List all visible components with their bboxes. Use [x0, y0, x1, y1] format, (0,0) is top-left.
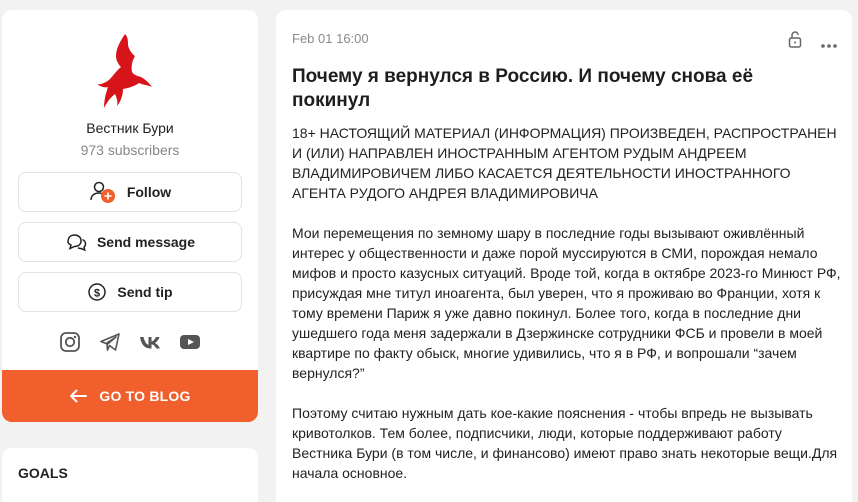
send-message-label: Send message	[96, 234, 196, 250]
post-paragraph: Мои перемещения по земному шару в послед…	[292, 225, 841, 381]
vk-icon[interactable]	[139, 331, 161, 353]
subscriber-count: 973 subscribers	[80, 142, 180, 158]
channel-logo[interactable]	[2, 10, 258, 112]
post-paragraph: Поэтому считаю нужным дать кое-какие поя…	[292, 405, 838, 481]
send-message-button[interactable]: Send message	[18, 222, 242, 262]
send-tip-button[interactable]: $ Send tip	[18, 272, 242, 312]
follow-button-label: Follow	[126, 184, 172, 200]
arrow-left-icon	[70, 389, 88, 403]
post-date: Feb 01 16:00	[292, 31, 369, 46]
channel-name: Вестник Бури	[86, 120, 174, 136]
post-body: 18+ НАСТОЯЩИЙ МАТЕРИАЛ (ИНФОРМАЦИЯ) ПРОИ…	[292, 123, 846, 502]
follow-button[interactable]: Follow	[18, 172, 242, 212]
post-title: Почему я вернулся в Россию. И почему сно…	[292, 66, 754, 111]
svg-text:$: $	[94, 287, 100, 299]
profile-card: Вестник Бури 973 subscribers Follow Send…	[2, 10, 258, 422]
go-to-blog-button[interactable]: GO TO BLOG	[2, 370, 258, 422]
follow-user-icon	[90, 181, 115, 203]
unlock-icon[interactable]	[786, 30, 804, 48]
chat-bubbles-icon	[67, 234, 87, 252]
go-to-blog-label: GO TO BLOG	[99, 388, 191, 404]
send-tip-label: Send tip	[117, 284, 173, 300]
seagull-logo-icon	[97, 34, 152, 108]
sidebar: Вестник Бури 973 subscribers Follow Send…	[2, 10, 258, 422]
instagram-icon[interactable]	[59, 331, 81, 353]
post-disclaimer: 18+ НАСТОЯЩИЙ МАТЕРИАЛ (ИНФОРМАЦИЯ) ПРОИ…	[292, 125, 837, 201]
post-card: Feb 01 16:00 Почему я вернулся в Россию.…	[276, 10, 852, 502]
social-links	[2, 331, 258, 353]
goals-title: GOALS	[18, 465, 68, 481]
telegram-icon[interactable]	[99, 331, 121, 353]
dollar-coin-icon: $	[88, 283, 107, 301]
youtube-icon[interactable]	[179, 331, 201, 353]
more-options-icon[interactable]	[820, 36, 838, 48]
goals-card: GOALS	[2, 448, 258, 502]
